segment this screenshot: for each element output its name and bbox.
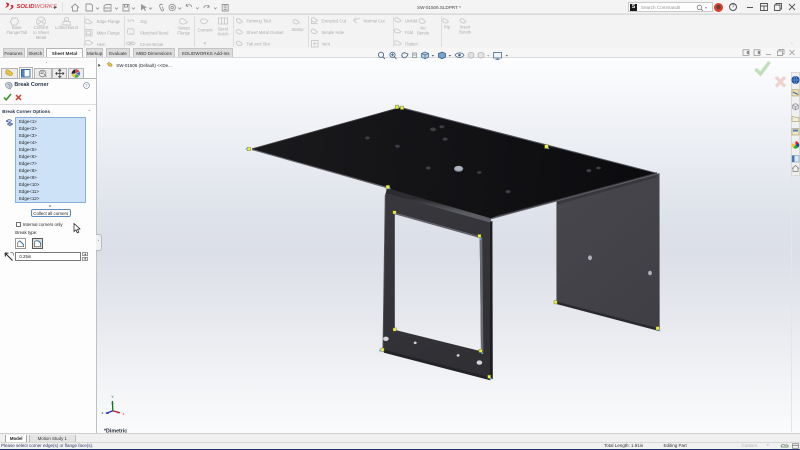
svg-text:Extruded Cut: Extruded Cut: [322, 18, 347, 23]
svg-text:Cross-Break: Cross-Break: [140, 42, 164, 47]
svg-text:Metal: Metal: [36, 35, 46, 40]
svg-text:Flange: Flange: [177, 31, 190, 36]
svg-text:Rip: Rip: [444, 25, 451, 30]
svg-text:Bends: Bends: [459, 30, 471, 35]
svg-text:Miter Flange: Miter Flange: [97, 30, 121, 35]
svg-text:Lofted-Bend: Lofted-Bend: [55, 25, 78, 30]
svg-text:Hem: Hem: [97, 42, 106, 47]
svg-text:Stamp: Stamp: [291, 27, 304, 32]
svg-text:Unfold: Unfold: [405, 18, 418, 23]
svg-text:Jog: Jog: [140, 19, 147, 24]
svg-text:x: x: [123, 411, 125, 415]
svg-text:Fold: Fold: [405, 30, 414, 35]
svg-text:Flatten: Flatten: [405, 41, 418, 46]
svg-text:Simple Hole: Simple Hole: [322, 30, 345, 35]
svg-text:Notch: Notch: [218, 32, 230, 37]
svg-text:Edge Flange: Edge Flange: [97, 19, 121, 24]
svg-text:Normal Cut: Normal Cut: [364, 18, 386, 23]
svg-text:Bends: Bends: [417, 31, 429, 36]
svg-text:Tab and Slot: Tab and Slot: [247, 41, 271, 46]
svg-text:Vent: Vent: [322, 41, 331, 46]
svg-text:Corners: Corners: [198, 28, 213, 33]
svg-text:?: ?: [86, 83, 88, 88]
svg-text:Sketched Bend: Sketched Bend: [140, 30, 169, 35]
svg-text:SW-01506 (Default) <<De...: SW-01506 (Default) <<De...: [116, 62, 172, 67]
svg-text:z: z: [102, 411, 104, 415]
svg-text:Sheet Metal Gusset: Sheet Metal Gusset: [247, 30, 285, 35]
svg-text:Forming Tool: Forming Tool: [247, 18, 271, 23]
svg-text:Flange/Tab: Flange/Tab: [6, 30, 27, 35]
svg-text:Y: Y: [111, 395, 114, 399]
